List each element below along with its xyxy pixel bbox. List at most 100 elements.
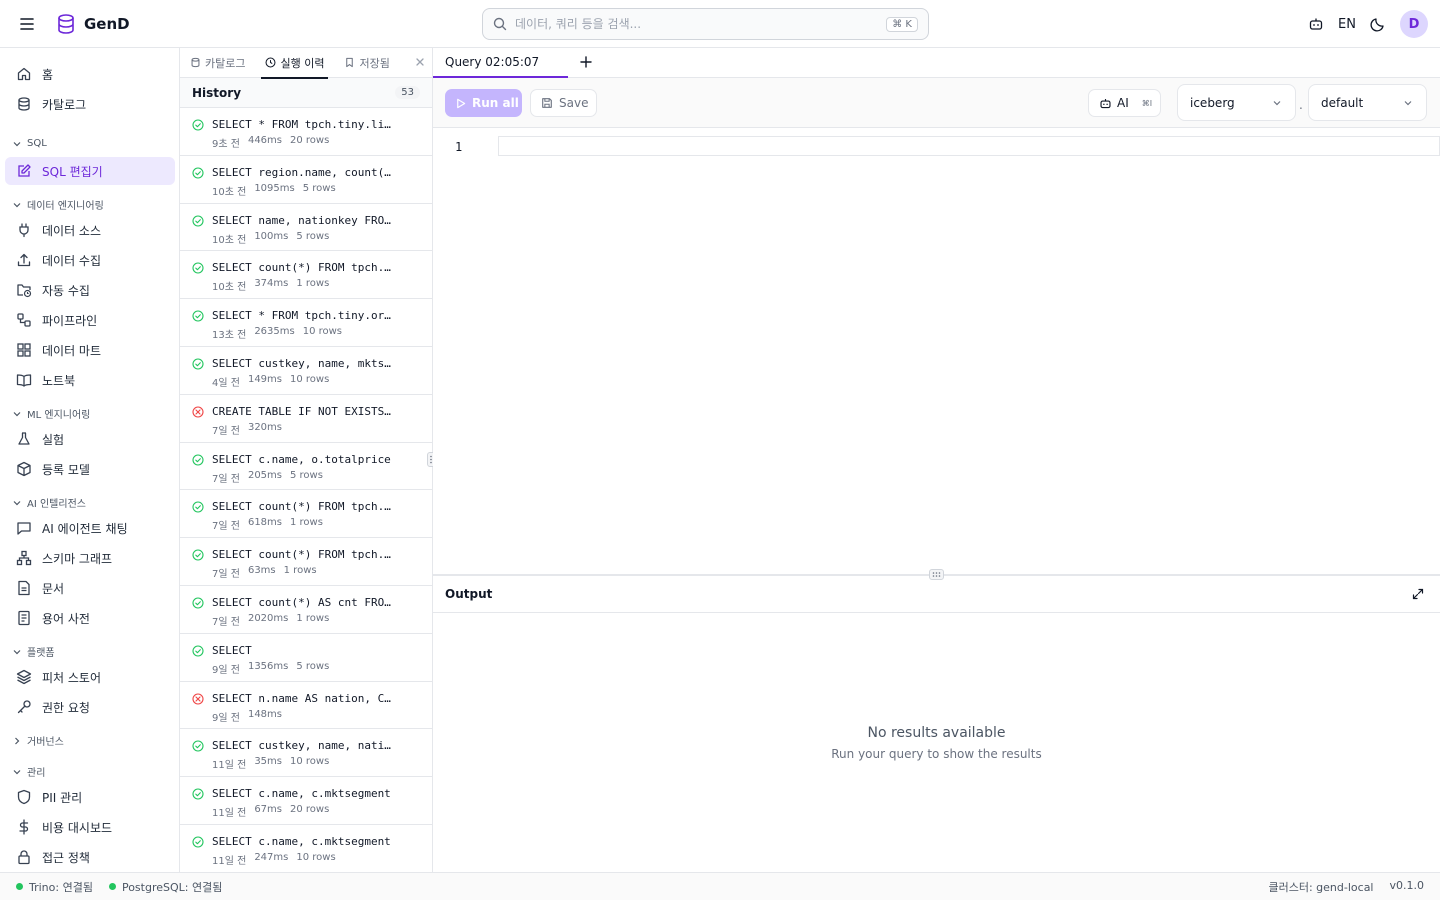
history-query: SELECT custkey, name, nationkey (212, 739, 392, 753)
chevron-right-icon (15, 737, 20, 744)
avatar[interactable]: D (1400, 10, 1428, 38)
save-button[interactable]: Save (530, 89, 597, 117)
run-all-button[interactable]: Run all (445, 89, 522, 117)
sidebar-item-sql-editor[interactable]: SQL 편집기 (5, 157, 175, 185)
sidebar-item-pii[interactable]: PII 관리 (5, 783, 175, 811)
section-sql[interactable]: SQL (12, 138, 47, 149)
sidebar-item-ai-agent-chat[interactable]: AI 에이전트 채팅 (5, 514, 175, 542)
schema-select[interactable]: default (1308, 84, 1427, 121)
history-item[interactable]: SELECT * FROM tpch.tiny.lineitem 9초 전 44… (180, 108, 432, 156)
status-bar: Trino: 연결됨 PostgreSQL: 연결됨 클러스터: gend-lo… (0, 872, 1440, 900)
check-circle-icon (192, 358, 204, 370)
sidebar-item-data-mart[interactable]: 데이터 마트 (5, 336, 175, 364)
chevron-down-icon (13, 141, 21, 146)
check-circle-icon (192, 262, 204, 274)
sidebar-item-catalog[interactable]: 카탈로그 (5, 90, 175, 118)
add-tab-button[interactable] (579, 55, 593, 69)
search-input[interactable] (515, 17, 879, 31)
sql-editor[interactable]: 1 (433, 128, 1440, 575)
section-admin[interactable]: 관리 (12, 764, 45, 779)
chevron-down-icon (13, 500, 21, 505)
moon-icon[interactable] (1370, 16, 1386, 32)
tab-saved[interactable]: 저장됨 (334, 48, 399, 78)
history-item[interactable]: SELECT region.name, count(*) 10초 전 1095m… (180, 156, 432, 204)
editor-toolbar: Run all Save AI ⌘I iceberg . default (433, 78, 1440, 128)
sidebar-item-schema-graph[interactable]: 스키마 그래프 (5, 544, 175, 572)
sidebar-item-notebook[interactable]: 노트북 (5, 366, 175, 394)
history-item[interactable]: SELECT count(*) FROM tpch.tiny 10초 전 374… (180, 251, 432, 300)
history-item[interactable]: SELECT * FROM tpch.tiny.orders 13초 전 263… (180, 299, 432, 347)
chevron-down-icon (13, 202, 21, 207)
sidebar-item-home[interactable]: 홈 (5, 60, 175, 88)
history-query: CREATE TABLE IF NOT EXISTS iceberg (212, 404, 392, 418)
history-item[interactable]: SELECT name, nationkey FROM nation 10초 전… (180, 204, 432, 252)
check-circle-icon (192, 645, 204, 657)
history-item[interactable]: SELECT count(*) FROM tpch.tiny 7일 전 63ms… (180, 538, 432, 586)
sidebar-item-data-source[interactable]: 데이터 소스 (5, 216, 175, 244)
sidebar-item-access-request[interactable]: 권한 요청 (5, 693, 175, 721)
history-query: SELECT count(*) AS cnt FROM tpch (212, 595, 392, 609)
history-duration: 149ms (247, 373, 282, 385)
search-icon (493, 17, 507, 31)
close-panel-button[interactable] (414, 56, 426, 68)
catalog-select[interactable]: iceberg (1177, 84, 1296, 121)
play-icon (457, 98, 466, 108)
menu-icon[interactable] (16, 14, 38, 34)
sidebar-item-cost-dashboard[interactable]: 비용 대시보드 (5, 813, 175, 841)
sidebar-item-experiment[interactable]: 실험 (5, 425, 175, 453)
history-item[interactable]: SELECT c.name, o.totalprice 7일 전 205ms 5… (180, 443, 432, 491)
error-circle-icon (192, 693, 204, 705)
maximize-icon[interactable] (1412, 588, 1424, 600)
history-duration: 148ms (247, 708, 282, 720)
tab-query[interactable]: Query 02:05:07 (433, 48, 568, 78)
history-item[interactable]: SELECT count(*) AS cnt FROM tpch 7일 전 20… (180, 586, 432, 634)
database-icon (191, 57, 200, 68)
layers-icon (16, 669, 32, 685)
output-title: Output (445, 587, 493, 601)
section-ml-engineering[interactable]: ML 엔지니어링 (12, 406, 90, 421)
sidebar-item-glossary[interactable]: 용어 사전 (5, 604, 175, 632)
package-icon (17, 461, 31, 477)
ai-assist-button[interactable]: AI ⌘I (1088, 89, 1161, 117)
history-item[interactable]: SELECT custkey, name, mktsegment 4일 전 14… (180, 347, 432, 395)
workflow-icon (17, 313, 31, 327)
section-ai-intelligence[interactable]: AI 인텔리전스 (12, 495, 86, 510)
tab-history[interactable]: 실행 이력 (255, 48, 334, 79)
dollar-icon (19, 819, 29, 835)
section-platform[interactable]: 플랫폼 (12, 644, 55, 659)
sidebar-item-registered-model[interactable]: 등록 모델 (5, 455, 175, 483)
history-duration: 1095ms (254, 182, 295, 194)
language-toggle[interactable]: EN (1338, 17, 1356, 32)
history-duration: 2020ms (247, 612, 289, 624)
tab-catalog[interactable]: 카탈로그 (180, 48, 255, 78)
history-item[interactable]: SELECT c.name, c.mktsegment 11일 전 247ms … (180, 825, 432, 872)
global-search[interactable]: ⌘ K (482, 8, 929, 40)
history-item[interactable]: CREATE TABLE IF NOT EXISTS iceberg 7일 전 … (180, 395, 432, 443)
sidebar-item-auto-ingest[interactable]: 자동 수집 (5, 276, 175, 304)
check-circle-icon (192, 310, 204, 322)
history-item[interactable]: SELECT count(*) FROM tpch.tiny 7일 전 618m… (180, 490, 432, 539)
section-governance[interactable]: 거버넌스 (12, 733, 64, 748)
sidebar-item-data-ingest[interactable]: 데이터 수집 (5, 246, 175, 274)
trino-status: Trino: 연결됨 (16, 879, 93, 895)
bot-icon[interactable] (1308, 16, 1324, 32)
sidebar-item-documents[interactable]: 문서 (5, 574, 175, 602)
sidebar-item-feature-store[interactable]: 피처 스토어 (5, 663, 175, 691)
history-item[interactable]: SELECT custkey, name, nationkey 11일 전 35… (180, 729, 432, 778)
history-query: SELECT (212, 643, 252, 657)
history-item[interactable]: SELECT 9일 전 1356ms 5 rows (180, 634, 432, 682)
chevron-down-icon (13, 649, 21, 654)
current-line-highlight[interactable] (498, 136, 1440, 156)
history-item[interactable]: SELECT c.name, c.mktsegment 11일 전 67ms 2… (180, 777, 432, 825)
app-logo[interactable]: GenD (56, 13, 130, 35)
sidebar-item-label: 데이터 마트 (42, 343, 102, 358)
sidebar-item-pipeline[interactable]: 파이프라인 (5, 306, 175, 334)
history-rows: 10 rows (290, 756, 330, 768)
history-item[interactable]: SELECT n.name AS nation, COUNT 9일 전 148m… (180, 682, 432, 730)
app-name: GenD (84, 15, 130, 33)
history-header: History 53 (180, 78, 432, 108)
history-title: History (192, 85, 242, 100)
clock-icon (266, 57, 276, 68)
sidebar-item-access-policy[interactable]: 접근 정책 (5, 843, 175, 871)
section-data-engineering[interactable]: 데이터 엔지니어링 (12, 197, 104, 212)
